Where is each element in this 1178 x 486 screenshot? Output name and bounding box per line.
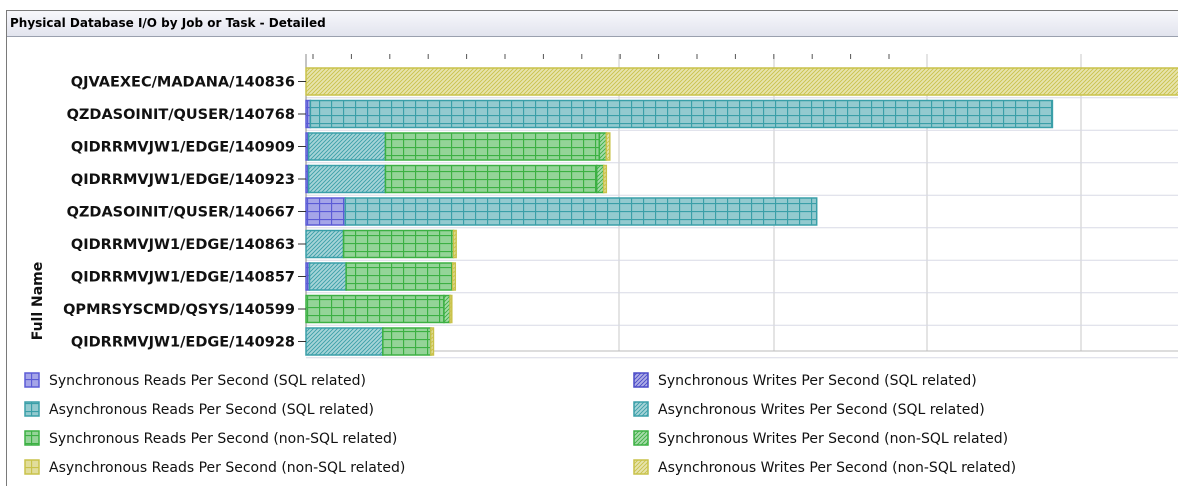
bar-segment	[384, 164, 598, 194]
category-label: QZDASOINIT/QUSER/140768	[67, 107, 295, 123]
bar-segment	[344, 197, 818, 226]
category-label: QIDRRMVJW1/EDGE/140863	[71, 237, 295, 253]
legend-swatch	[24, 372, 40, 388]
bar-segment	[602, 164, 608, 194]
bar-segment	[449, 294, 453, 324]
bar-segment	[305, 197, 347, 226]
category-label: QPMRSYSCMD/QSYS/140599	[63, 302, 295, 318]
bar-segment	[598, 132, 608, 161]
bar-segment	[305, 67, 1178, 96]
category-labels: QJVAEXEC/MADANA/140836 QZDASOINIT/QUSER/1…	[63, 75, 306, 351]
category-label: QIDRRMVJW1/EDGE/140923	[71, 172, 295, 188]
category-label: QIDRRMVJW1/EDGE/140857	[71, 270, 295, 286]
legend-swatch	[24, 459, 40, 475]
legend-swatch	[633, 372, 649, 388]
legend-label: Asynchronous Reads Per Second (SQL relat…	[49, 402, 374, 418]
bar-segment	[443, 294, 451, 324]
bar-segment	[309, 99, 1054, 129]
legend-label: Asynchronous Writes Per Second (non-SQL …	[658, 460, 1016, 476]
bars-layer	[305, 67, 1178, 356]
bar-segment	[384, 132, 601, 161]
bar-segment	[307, 164, 387, 194]
bar-segment	[382, 327, 432, 356]
bar-segment	[308, 262, 347, 291]
bar-segment	[430, 327, 435, 356]
legend-label: Synchronous Reads Per Second (SQL relate…	[49, 373, 366, 389]
bar-segment	[595, 164, 605, 194]
legend-label: Synchronous Reads Per Second (non-SQL re…	[49, 431, 397, 447]
legend-label: Asynchronous Writes Per Second (SQL rela…	[658, 402, 985, 418]
bar-segment	[305, 229, 345, 259]
legend-swatch	[24, 430, 40, 446]
category-label: QZDASOINIT/QUSER/140667	[67, 205, 295, 221]
chart-panel: Physical Database I/O by Job or Task - D…	[6, 10, 1178, 486]
legend-swatch	[633, 401, 649, 417]
bar-segment	[451, 262, 457, 291]
category-label: QJVAEXEC/MADANA/140836	[71, 75, 295, 91]
category-label: QIDRRMVJW1/EDGE/140928	[71, 335, 295, 351]
legend-label: Asynchronous Reads Per Second (non-SQL r…	[49, 460, 405, 476]
category-label: QIDRRMVJW1/EDGE/140909	[71, 140, 295, 156]
bar-segment	[452, 229, 457, 259]
y-axis-title: Full Name	[30, 262, 46, 341]
legend-swatch	[633, 459, 649, 475]
legend: Synchronous Reads Per Second (SQL relate…	[24, 372, 1016, 476]
bar-segment	[307, 132, 387, 161]
legend-label: Synchronous Writes Per Second (non-SQL r…	[658, 431, 1008, 447]
legend-label: Synchronous Writes Per Second (SQL relat…	[658, 373, 977, 389]
bar-segment	[605, 132, 611, 161]
legend-swatch	[24, 401, 40, 417]
legend-swatch	[633, 430, 649, 446]
bar-segment	[305, 294, 445, 324]
bar-segment	[342, 229, 455, 259]
bar-segment	[305, 327, 384, 356]
bar-chart: QJVAEXEC/MADANA/140836 QZDASOINIT/QUSER/1…	[24, 54, 1178, 476]
bar-segment	[345, 262, 454, 291]
